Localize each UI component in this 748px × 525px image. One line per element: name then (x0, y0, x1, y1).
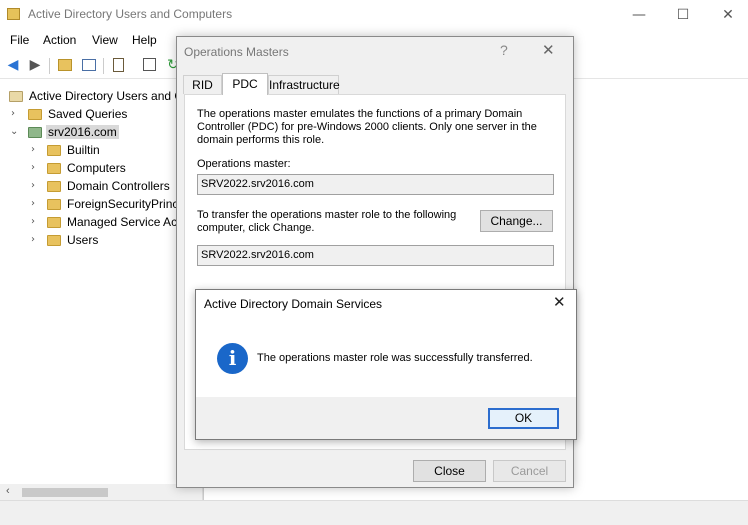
change-button[interactable]: Change... (480, 210, 553, 232)
tree-item-label: srv2016.com (46, 125, 119, 139)
console-tree: Active Directory Users and C › Saved Que… (0, 84, 203, 500)
tree-item-label: Managed Service Acc (67, 215, 184, 229)
chevron-right-icon[interactable]: › (31, 216, 35, 227)
menu-file[interactable]: File (10, 33, 29, 47)
message-close-button[interactable]: ✕ (553, 293, 566, 311)
transfer-instructions: To transfer the operations master role t… (197, 209, 457, 234)
tab-rid[interactable]: RID (183, 75, 222, 94)
folder-icon (47, 217, 61, 228)
message-text: The operations master role was successfu… (257, 352, 533, 364)
menu-view[interactable]: View (92, 33, 118, 47)
folder-icon (28, 109, 42, 120)
help-button[interactable]: ? (500, 42, 508, 58)
folder-icon (47, 199, 61, 210)
tree-item-managed-service[interactable]: › Managed Service Acc (0, 214, 202, 232)
tree-item-label: Builtin (67, 143, 100, 157)
arrow-left-icon[interactable]: ◀ (4, 56, 22, 74)
tree-item-label: Users (67, 233, 99, 247)
chevron-right-icon[interactable]: › (31, 180, 35, 191)
tree-item-saved-queries[interactable]: › Saved Queries (0, 106, 202, 124)
app-icon (7, 8, 20, 20)
scroll-left-icon[interactable]: ‹ (6, 485, 10, 497)
show-tree-icon[interactable] (80, 56, 98, 74)
close-button[interactable]: Close (413, 460, 486, 482)
tree-item-domain[interactable]: ⌄ srv2016.com (0, 124, 202, 142)
message-box-title: Active Directory Domain Services (204, 297, 383, 311)
chevron-right-icon[interactable]: › (31, 144, 35, 155)
scrollbar-thumb[interactable] (22, 488, 108, 497)
toolbar-divider (49, 58, 50, 74)
tree-root-label: Active Directory Users and C (29, 89, 184, 103)
snapin-icon (9, 91, 23, 102)
up-folder-icon[interactable] (56, 56, 74, 74)
tree-item-builtin[interactable]: › Builtin (0, 142, 202, 160)
domain-icon (28, 127, 42, 138)
dialog-title: Operations Masters (184, 45, 289, 59)
menu-help[interactable]: Help (132, 33, 157, 47)
folder-icon (47, 235, 61, 246)
maximize-button[interactable]: ☐ (660, 2, 706, 28)
main-title-bar: Active Directory Users and Computers — ☐… (0, 0, 748, 30)
tree-item-users[interactable]: › Users (0, 232, 202, 250)
status-bar (0, 500, 748, 525)
properties-icon[interactable] (141, 56, 159, 74)
tree-item-label: Domain Controllers (67, 179, 170, 193)
tree-item-label: Computers (67, 161, 126, 175)
chevron-right-icon[interactable]: › (11, 108, 15, 119)
operations-master-field[interactable]: SRV2022.srv2016.com (197, 174, 554, 195)
main-window-title: Active Directory Users and Computers (28, 7, 233, 21)
tree-item-label: Saved Queries (48, 107, 128, 121)
role-description: The operations master emulates the funct… (197, 108, 537, 146)
ou-folder-icon (47, 181, 61, 192)
info-icon: i (217, 343, 248, 374)
tree-item-label: ForeignSecurityPrinc (67, 197, 179, 211)
dialog-close-button[interactable]: ✕ (542, 41, 555, 59)
tab-infrastructure[interactable]: Infrastructure (268, 75, 340, 94)
chevron-down-icon[interactable]: ⌄ (10, 126, 18, 137)
folder-icon (47, 163, 61, 174)
menu-action[interactable]: Action (43, 33, 76, 47)
arrow-right-icon[interactable]: ▶ (26, 56, 44, 74)
tab-pdc[interactable]: PDC (222, 73, 268, 95)
chevron-right-icon[interactable]: › (31, 162, 35, 173)
folder-icon (47, 145, 61, 156)
clipboard-icon[interactable] (110, 56, 128, 74)
minimize-button[interactable]: — (616, 2, 662, 28)
ok-button[interactable]: OK (488, 408, 559, 429)
close-window-button[interactable]: ✕ (705, 2, 748, 28)
chevron-right-icon[interactable]: › (31, 198, 35, 209)
chevron-right-icon[interactable]: › (31, 234, 35, 245)
operations-master-label: Operations master: (197, 158, 291, 170)
tree-root[interactable]: Active Directory Users and C (0, 88, 202, 106)
tree-item-computers[interactable]: › Computers (0, 160, 202, 178)
toolbar-divider (103, 58, 104, 74)
tree-item-domain-controllers[interactable]: › Domain Controllers (0, 178, 202, 196)
cancel-button[interactable]: Cancel (493, 460, 566, 482)
tree-item-foreign-security[interactable]: › ForeignSecurityPrinc (0, 196, 202, 214)
target-computer-field[interactable]: SRV2022.srv2016.com (197, 245, 554, 266)
